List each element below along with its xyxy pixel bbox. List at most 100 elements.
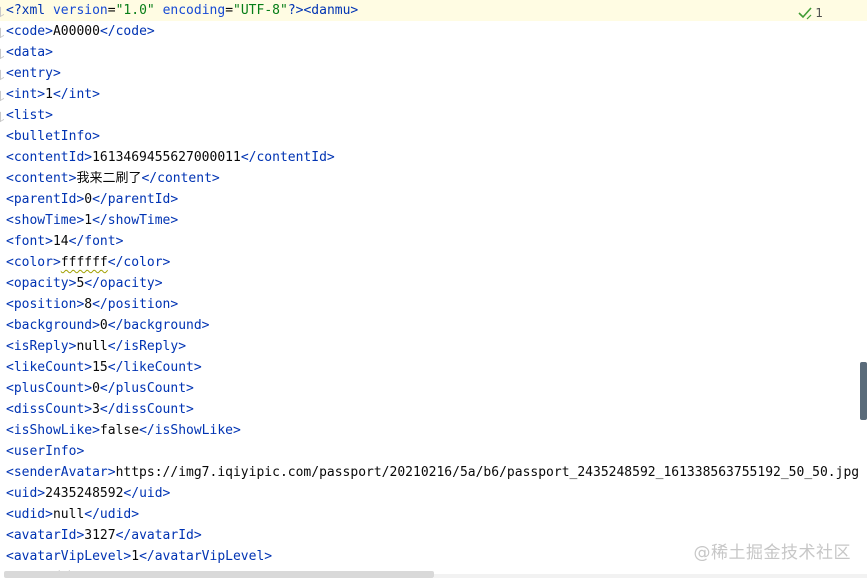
code-line[interactable]: <color>ffffff</color>	[0, 252, 867, 273]
line-code: <entry>	[6, 63, 61, 84]
code-line[interactable]: <content>我来二刷了</content>	[0, 168, 867, 189]
fold-marker-icon[interactable]	[0, 105, 5, 126]
tag-text: 1	[45, 87, 53, 102]
line-code: <opacity>5</opacity>	[6, 273, 163, 294]
code-line[interactable]: <senderAvatar>https://img7.iqiyipic.com/…	[0, 462, 867, 483]
code-editor[interactable]: <?xml version="1.0" encoding="UTF-8"?><d…	[0, 0, 867, 578]
attribute-name: encoding	[162, 3, 226, 18]
tag-text: 14	[52, 234, 69, 249]
open-tag: <senderAvatar>	[6, 465, 116, 480]
open-tag: <bulletInfo>	[6, 129, 100, 144]
open-tag: <position>	[6, 297, 85, 312]
close-tag: </plusCount>	[99, 381, 194, 396]
close-tag: </showTime>	[92, 213, 179, 228]
close-tag: </color>	[107, 255, 171, 270]
fold-marker-icon[interactable]	[0, 0, 5, 21]
tag-text: 1	[84, 213, 93, 228]
inspection-count: 1	[815, 6, 823, 20]
tag-text: 1	[131, 549, 140, 564]
check-icon	[798, 7, 812, 20]
open-tag: <isShowLike>	[6, 423, 100, 438]
watermark: @稀土掘金技术社区	[693, 543, 851, 563]
code-line[interactable]: <?xml version="1.0" encoding="UTF-8"?><d…	[0, 0, 867, 21]
code-line[interactable]: <likeCount>15</likeCount>	[0, 357, 867, 378]
close-tag: </dissCount>	[99, 402, 194, 417]
open-tag: <opacity>	[6, 276, 77, 291]
vertical-scrollbar[interactable]	[859, 20, 867, 560]
open-tag: <content>	[6, 171, 77, 186]
line-code: <color>ffffff</color>	[6, 252, 170, 273]
open-tag: <code>	[6, 24, 53, 39]
fold-marker-icon[interactable]	[0, 63, 5, 84]
inspection-widget[interactable]: 1	[798, 5, 823, 21]
tag-text: 0	[84, 192, 93, 207]
horizontal-scrollbar[interactable]	[434, 574, 867, 578]
close-tag: </isReply>	[107, 339, 187, 354]
code-line[interactable]: <data>	[0, 42, 867, 63]
line-code: <senderAvatar>https://img7.iqiyipic.com/…	[6, 462, 859, 483]
attribute-value: "UTF-8"	[233, 3, 288, 18]
code-line[interactable]: <position>8</position>	[0, 294, 867, 315]
open-tag: <dissCount>	[6, 402, 93, 417]
close-tag: </font>	[68, 234, 124, 249]
open-tag: <font>	[6, 234, 53, 249]
line-code: <?xml version="1.0" encoding="UTF-8"?><d…	[6, 3, 359, 18]
tag-text: 1613469455627000011	[92, 150, 241, 165]
horizontal-scroll-thumb[interactable]	[4, 571, 434, 578]
code-line[interactable]: <parentId>0</parentId>	[0, 189, 867, 210]
code-line[interactable]: <dissCount>3</dissCount>	[0, 399, 867, 420]
line-code: <plusCount>0</plusCount>	[6, 378, 194, 399]
code-line[interactable]: <entry>	[0, 63, 867, 84]
line-code: <position>8</position>	[6, 294, 178, 315]
line-code: <background>0</background>	[6, 315, 210, 336]
tag-text: 0	[92, 381, 100, 396]
close-tag: </background>	[107, 318, 210, 333]
open-tag: <userInfo>	[6, 444, 85, 459]
code-line[interactable]: <background>0</background>	[0, 315, 867, 336]
line-code: <content>我来二刷了</content>	[6, 168, 220, 189]
tag-text: 3127	[84, 528, 116, 543]
close-tag: </contentId>	[240, 150, 335, 165]
fold-marker-icon[interactable]	[0, 42, 5, 63]
tag-text: 2435248592	[45, 486, 124, 501]
tag-text: 0	[99, 318, 108, 333]
line-code: <userInfo>	[6, 441, 84, 462]
open-tag: <list>	[6, 108, 53, 123]
line-code: <list>	[6, 105, 53, 126]
open-tag: <udid>	[6, 507, 53, 522]
line-code: <parentId>0</parentId>	[6, 189, 178, 210]
code-line[interactable]: <uid>2435248592</uid>	[0, 483, 867, 504]
open-tag: <contentId>	[6, 150, 93, 165]
code-line[interactable]: <bulletInfo>	[0, 126, 867, 147]
line-code: <udid>null</udid>	[6, 504, 139, 525]
code-line[interactable]: <code>A00000</code>	[0, 21, 867, 42]
fold-marker-icon[interactable]	[0, 21, 5, 42]
open-tag: <uid>	[6, 486, 46, 501]
code-line[interactable]: <showTime>1</showTime>	[0, 210, 867, 231]
tag-text: https://img7.iqiyipic.com/passport/20210…	[115, 465, 860, 480]
code-line[interactable]: <isShowLike>false</isShowLike>	[0, 420, 867, 441]
open-tag: <entry>	[6, 66, 61, 81]
line-code: <contentId>1613469455627000011</contentI…	[6, 147, 335, 168]
code-line[interactable]: <plusCount>0</plusCount>	[0, 378, 867, 399]
close-tag: </content>	[141, 171, 220, 186]
open-tag: <avatarVipLevel>	[6, 549, 132, 564]
code-line[interactable]: <opacity>5</opacity>	[0, 273, 867, 294]
line-code: <avatarVipLevel>1</avatarVipLevel>	[6, 546, 272, 567]
close-tag: </udid>	[84, 507, 140, 522]
open-tag: <data>	[6, 45, 53, 60]
line-code: <isReply>null</isReply>	[6, 336, 186, 357]
code-line[interactable]: <list>	[0, 105, 867, 126]
code-line[interactable]: <int>1</int>	[0, 84, 867, 105]
close-tag: </avatarVipLevel>	[139, 549, 273, 564]
code-line[interactable]: <udid>null</udid>	[0, 504, 867, 525]
fold-marker-icon[interactable]	[0, 84, 5, 105]
tag-text: null	[52, 507, 85, 522]
code-line[interactable]: <contentId>1613469455627000011</contentI…	[0, 147, 867, 168]
code-line[interactable]: <isReply>null</isReply>	[0, 336, 867, 357]
vertical-scroll-thumb[interactable]	[860, 362, 867, 420]
code-line[interactable]: <userInfo>	[0, 441, 867, 462]
close-tag: </position>	[92, 297, 179, 312]
close-tag: </avatarId>	[115, 528, 202, 543]
code-line[interactable]: <font>14</font>	[0, 231, 867, 252]
